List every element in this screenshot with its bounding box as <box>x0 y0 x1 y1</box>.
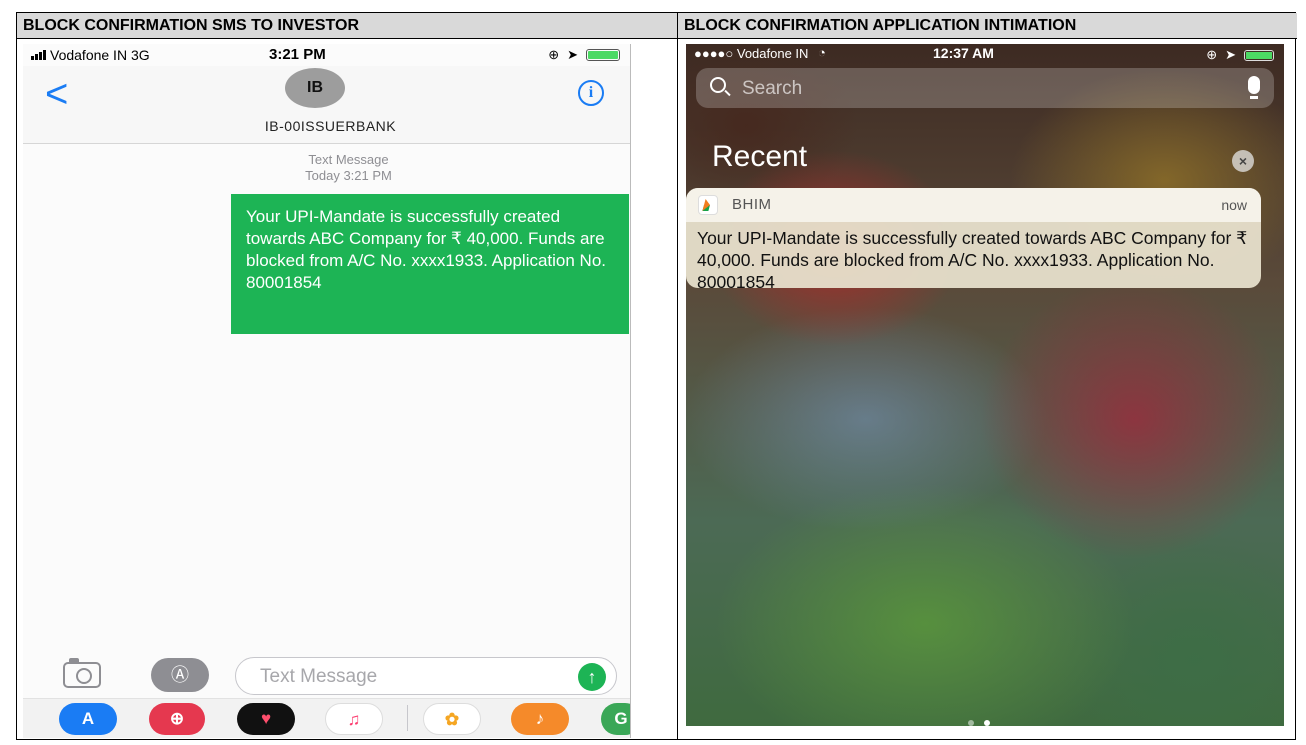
search-icon <box>710 77 726 93</box>
location-icon: ➤ <box>1225 47 1236 62</box>
bhim-app-icon <box>698 195 718 215</box>
compose-bar: Ⓐ Text Message ↑ <box>23 654 630 695</box>
notification-card[interactable]: BHIM now Your UPI-Mandate is successfull… <box>686 188 1261 288</box>
carrier-text: ●●●●○ Vodafone IN <box>694 46 809 61</box>
comparison-table: BLOCK CONFIRMATION SMS TO INVESTOR Vodaf… <box>16 12 1297 740</box>
conversation-header: < IB IB-00ISSUERBANK i <box>23 66 630 144</box>
garageband-icon[interactable]: ♪ <box>511 703 569 735</box>
status-bar: ●●●●○ Vodafone IN ◔ 12:37 AM ⊕ ➤ <box>686 44 1284 64</box>
back-button[interactable]: < <box>45 74 68 114</box>
page-dot-active <box>984 720 990 726</box>
photos-icon[interactable]: ✿ <box>423 703 481 735</box>
maps-icon[interactable]: G <box>601 703 630 735</box>
app-store-icon[interactable]: A <box>59 703 117 735</box>
status-time: 3:21 PM <box>269 46 326 63</box>
send-button[interactable]: ↑ <box>578 663 606 691</box>
location-icon: ➤ <box>567 47 578 62</box>
clear-notifications-button[interactable]: × <box>1232 150 1254 172</box>
message-bubble[interactable]: Your UPI-Mandate is successfully created… <box>231 194 629 334</box>
battery-icon <box>1244 49 1274 61</box>
info-button[interactable]: i <box>578 80 604 106</box>
carrier-label: Vodafone IN 3G <box>31 47 150 63</box>
music-icon[interactable]: ♫ <box>325 703 383 735</box>
camera-icon[interactable] <box>63 658 101 688</box>
contact-avatar[interactable]: IB <box>285 68 345 108</box>
imessage-app-drawer: A ⊕ ♥ ♫ ✿ ♪ G <box>23 698 630 738</box>
page-indicator <box>968 720 990 726</box>
status-bar: Vodafone IN 3G 3:21 PM ⊕ ➤ <box>23 44 630 66</box>
search-bar[interactable]: Search <box>696 68 1274 108</box>
sender-name[interactable]: IB-00ISSUERBANK <box>23 118 630 134</box>
section-title: Recent <box>712 140 808 173</box>
page-dot <box>968 720 974 726</box>
message-input-placeholder: Text Message <box>260 666 378 687</box>
carrier-text: Vodafone IN 3G <box>50 47 150 63</box>
notification-phone-screenshot: ●●●●○ Vodafone IN ◔ 12:37 AM ⊕ ➤ Search … <box>686 44 1284 726</box>
dock-divider <box>407 705 408 731</box>
sms-column: BLOCK CONFIRMATION SMS TO INVESTOR Vodaf… <box>17 13 678 739</box>
notification-header: BHIM now <box>686 188 1261 222</box>
microphone-icon[interactable] <box>1248 76 1260 99</box>
sms-column-header: BLOCK CONFIRMATION SMS TO INVESTOR <box>17 13 677 39</box>
message-type: Text Message <box>308 152 389 167</box>
app-intimation-column: BLOCK CONFIRMATION APPLICATION INTIMATIO… <box>678 13 1297 739</box>
battery-icon <box>586 49 620 61</box>
notification-body: Your UPI-Mandate is successfully created… <box>697 228 1248 288</box>
app-store-icon: Ⓐ <box>171 665 189 685</box>
signal-icon <box>31 50 46 60</box>
sms-phone-screenshot: Vodafone IN 3G 3:21 PM ⊕ ➤ < IB IB-00ISS… <box>23 44 631 738</box>
apps-button[interactable]: Ⓐ <box>151 658 209 692</box>
search-globe-icon[interactable]: ⊕ <box>149 703 205 735</box>
status-right: ⊕ ➤ <box>548 47 620 63</box>
status-time: 12:37 AM <box>933 45 994 61</box>
heart-icon[interactable]: ♥ <box>237 703 295 735</box>
lock-rotation-icon: ⊕ <box>548 47 560 62</box>
wifi-icon: ◔ <box>818 45 826 60</box>
app-column-header: BLOCK CONFIRMATION APPLICATION INTIMATIO… <box>678 13 1297 39</box>
message-meta: Text Message Today 3:21 PM <box>23 152 630 184</box>
notification-app-name: BHIM <box>732 196 772 213</box>
search-placeholder: Search <box>742 78 803 99</box>
message-input[interactable]: Text Message ↑ <box>235 657 617 695</box>
lock-rotation-icon: ⊕ <box>1206 47 1218 62</box>
message-timestamp: Today 3:21 PM <box>305 168 392 183</box>
status-right: ⊕ ➤ <box>1206 47 1274 63</box>
notification-time: now <box>1221 197 1247 213</box>
